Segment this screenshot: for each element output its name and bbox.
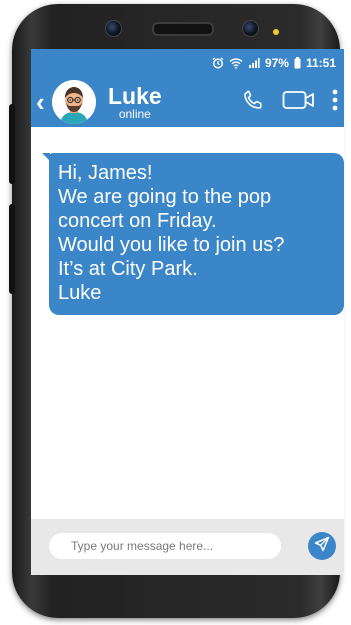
message-input[interactable] <box>49 533 281 559</box>
message-list: Hi, James! We are going to the pop conce… <box>31 127 344 517</box>
message-line: concert on Friday. <box>58 210 217 232</box>
message-line: It’s at City Park. <box>58 258 198 280</box>
message-line: Hi, James! <box>58 162 153 184</box>
wifi-icon <box>229 57 243 69</box>
send-button[interactable] <box>308 532 336 560</box>
header-actions <box>242 77 344 127</box>
contact-status: online <box>118 107 151 121</box>
message-bubble[interactable]: Hi, James! We are going to the pop conce… <box>49 153 344 315</box>
phone-screen: 97% 11:51 ‹ Luke online Hi, James! We ar… <box>31 49 344 575</box>
signal-icon <box>248 57 260 69</box>
indicator-light <box>273 29 279 35</box>
phone-icon[interactable] <box>242 89 264 116</box>
contact-name: Luke <box>108 83 162 109</box>
phone-frame: 97% 11:51 ‹ Luke online Hi, James! We ar… <box>9 4 344 618</box>
phone-side-button <box>9 204 15 294</box>
bottom-bezel <box>12 579 340 618</box>
top-bezel <box>12 4 340 48</box>
message-composer <box>31 519 344 575</box>
message-line: We are going to the pop <box>58 186 272 208</box>
front-camera <box>105 20 122 37</box>
alarm-icon <box>212 57 224 69</box>
message-line: Would you like to join us? <box>58 234 285 256</box>
send-icon <box>314 536 330 557</box>
video-icon[interactable] <box>282 89 316 116</box>
front-sensor <box>242 20 259 37</box>
back-icon[interactable]: ‹ <box>36 89 50 115</box>
battery-percent: 97% <box>264 56 289 70</box>
status-bar: 97% 11:51 <box>31 49 344 77</box>
avatar[interactable] <box>52 80 96 124</box>
chat-header: ‹ Luke online <box>31 77 344 127</box>
message-line: Luke <box>58 282 102 304</box>
more-icon[interactable] <box>332 88 338 117</box>
phone-side-button <box>9 104 15 184</box>
contact-info[interactable]: Luke online <box>108 84 162 120</box>
earpiece-speaker <box>152 22 214 36</box>
status-time: 11:51 <box>305 56 336 70</box>
battery-icon <box>294 57 301 69</box>
